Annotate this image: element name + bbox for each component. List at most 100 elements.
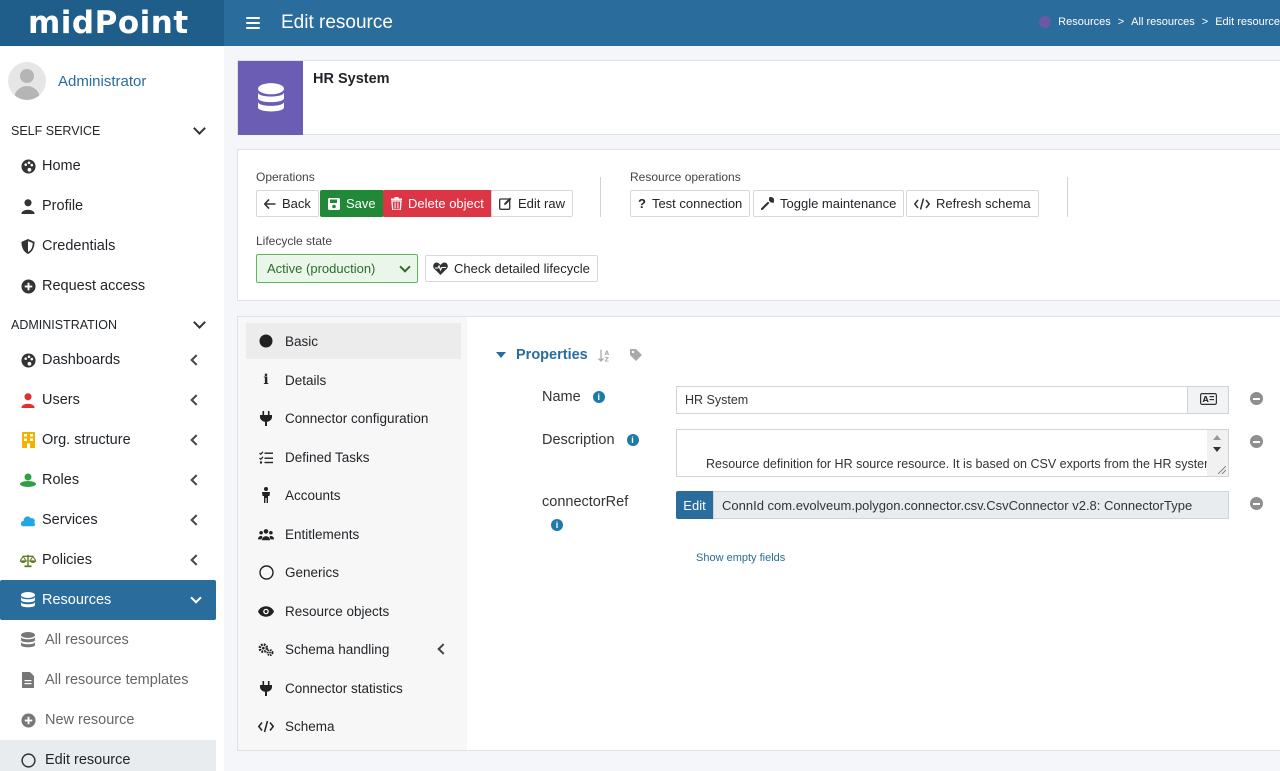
user-name[interactable]: Administrator: [58, 73, 146, 90]
sidebar-item-users[interactable]: Users: [0, 380, 224, 420]
back-button[interactable]: Back: [256, 190, 319, 217]
connector-ref-input[interactable]: ConnId com.evolveum.polygon.connector.cs…: [713, 491, 1229, 519]
breadcrumb-item-resources[interactable]: Resources: [1058, 16, 1111, 28]
sidebar-item-policies[interactable]: Policies: [0, 540, 224, 580]
info-icon[interactable]: i: [592, 391, 605, 404]
building-icon: [20, 432, 36, 448]
sidebar-item-resources[interactable]: Resources: [0, 580, 216, 620]
toggle-maintenance-button[interactable]: Toggle maintenance: [753, 190, 905, 217]
tab-connector-statistics[interactable]: Connector statistics: [246, 670, 461, 706]
button-label: Delete object: [408, 196, 484, 211]
textarea-scrollbar[interactable]: [1207, 430, 1228, 476]
section-administration[interactable]: ADMINISTRATION: [0, 310, 224, 340]
sidebar-subitem-all-resource-templates[interactable]: All resource templates: [0, 660, 224, 700]
scroll-down-icon[interactable]: [1213, 447, 1221, 452]
button-label: Check detailed lifecycle: [454, 261, 590, 276]
button-label: Toggle maintenance: [780, 196, 897, 211]
code-icon: [258, 718, 274, 734]
tab-generics[interactable]: Generics: [246, 554, 461, 590]
sidebar-item-label: Profile: [42, 198, 84, 214]
user-panel[interactable]: Administrator: [0, 46, 224, 116]
svg-text:Z: Z: [604, 356, 609, 362]
sidebar-item-label: Request access: [42, 278, 146, 294]
sidebar-item-label: Services: [42, 512, 98, 528]
chevron-left-icon: [190, 434, 202, 446]
sidebar-item-dashboards[interactable]: Dashboards: [0, 340, 224, 380]
filled-circle-icon: [258, 333, 274, 349]
logo-area[interactable]: midPoint: [0, 0, 224, 46]
properties-header[interactable]: Properties AZ: [496, 347, 642, 363]
refresh-schema-button[interactable]: Refresh schema: [906, 190, 1039, 217]
tab-basic[interactable]: Basic: [246, 323, 461, 359]
lifecycle-state-select[interactable]: Active (production): [256, 254, 418, 283]
sidebar-subitem-edit-resource[interactable]: Edit resource: [0, 740, 216, 771]
sidebar-item-roles[interactable]: Roles: [0, 460, 224, 500]
object-name: HR System: [313, 71, 390, 87]
tab-schema-handling[interactable]: Schema handling: [246, 631, 461, 667]
sidebar-subitem-label: New resource: [45, 712, 135, 728]
edit-raw-button[interactable]: Edit raw: [491, 190, 573, 217]
tab-entitlements[interactable]: Entitlements: [246, 516, 461, 552]
remove-value-icon[interactable]: [1250, 435, 1263, 448]
sidebar-item-profile[interactable]: Profile: [0, 186, 224, 226]
main-panel: Basic i Details Connector configuration …: [237, 316, 1280, 751]
sidebar-item-home[interactable]: Home: [0, 146, 224, 186]
language-icon: A: [1199, 392, 1217, 408]
tab-connector-configuration[interactable]: Connector configuration: [246, 400, 461, 436]
test-connection-button[interactable]: ? Test connection: [630, 190, 751, 217]
sidebar-subitem-new-resource[interactable]: New resource: [0, 700, 224, 740]
button-label: Edit: [683, 497, 706, 513]
resize-handle[interactable]: [1218, 466, 1226, 474]
caret-down-icon[interactable]: [496, 352, 506, 358]
tab-defined-tasks[interactable]: Defined Tasks: [246, 439, 461, 475]
menu-toggle-icon[interactable]: [246, 17, 260, 29]
sidebar-item-request-access[interactable]: Request access: [0, 266, 224, 306]
connector-edit-button[interactable]: Edit: [676, 491, 713, 519]
sidebar-item-services[interactable]: Services: [0, 500, 224, 540]
tab-schema[interactable]: Schema: [246, 708, 461, 744]
sidebar-item-label: Roles: [42, 472, 80, 488]
breadcrumb-separator: >: [1117, 16, 1125, 28]
info-icon: i: [263, 372, 269, 388]
tag-icon[interactable]: [629, 349, 642, 361]
info-icon[interactable]: i: [551, 519, 563, 531]
section-self-service[interactable]: SELF SERVICE: [0, 116, 224, 146]
chevron-left-icon: [190, 354, 202, 366]
description-textarea[interactable]: Resource definition for HR source resour…: [676, 429, 1229, 477]
name-input[interactable]: HR System: [676, 386, 1188, 414]
role-icon: [20, 472, 36, 488]
sidebar-item-label: Home: [42, 158, 81, 174]
info-icon[interactable]: i: [626, 434, 639, 447]
midpoint-logo: midPoint: [28, 5, 189, 41]
button-label: Refresh schema: [936, 196, 1031, 211]
breadcrumb-item-edit-resource: Edit resource: [1215, 16, 1280, 28]
cogs-icon: [258, 641, 274, 657]
show-empty-fields-link[interactable]: Show empty fields: [696, 552, 785, 564]
remove-value-icon[interactable]: [1250, 497, 1263, 510]
remove-value-icon[interactable]: [1250, 392, 1263, 405]
tab-accounts[interactable]: Accounts: [246, 477, 461, 513]
chevron-left-icon[interactable]: [437, 643, 449, 655]
language-button[interactable]: A: [1187, 386, 1229, 414]
database-icon: [20, 592, 36, 608]
save-icon: [328, 197, 340, 210]
delete-object-button[interactable]: Delete object: [383, 190, 492, 217]
user-icon: [20, 198, 36, 214]
database-icon: [20, 632, 36, 648]
sort-icon[interactable]: AZ: [597, 349, 611, 362]
tab-resource-objects[interactable]: Resource objects: [246, 593, 461, 629]
sidebar-item-label: Credentials: [42, 238, 116, 254]
breadcrumb-item-all-resources[interactable]: All resources: [1131, 16, 1195, 28]
label-text: Description: [542, 432, 615, 448]
scroll-up-icon[interactable]: [1213, 435, 1221, 440]
check-detailed-lifecycle-button[interactable]: Check detailed lifecycle: [425, 255, 598, 282]
sidebar-item-org-structure[interactable]: Org. structure: [0, 420, 224, 460]
plus-circle-icon: [20, 712, 36, 728]
cloud-icon: [20, 512, 36, 528]
wrench-icon: [761, 197, 774, 210]
sidebar-item-credentials[interactable]: Credentials: [0, 226, 224, 266]
save-button[interactable]: Save: [320, 190, 384, 217]
sidebar-subitem-all-resources[interactable]: All resources: [0, 620, 224, 660]
sidebar-item-label: Resources: [42, 592, 112, 608]
tab-details[interactable]: i Details: [246, 362, 461, 398]
